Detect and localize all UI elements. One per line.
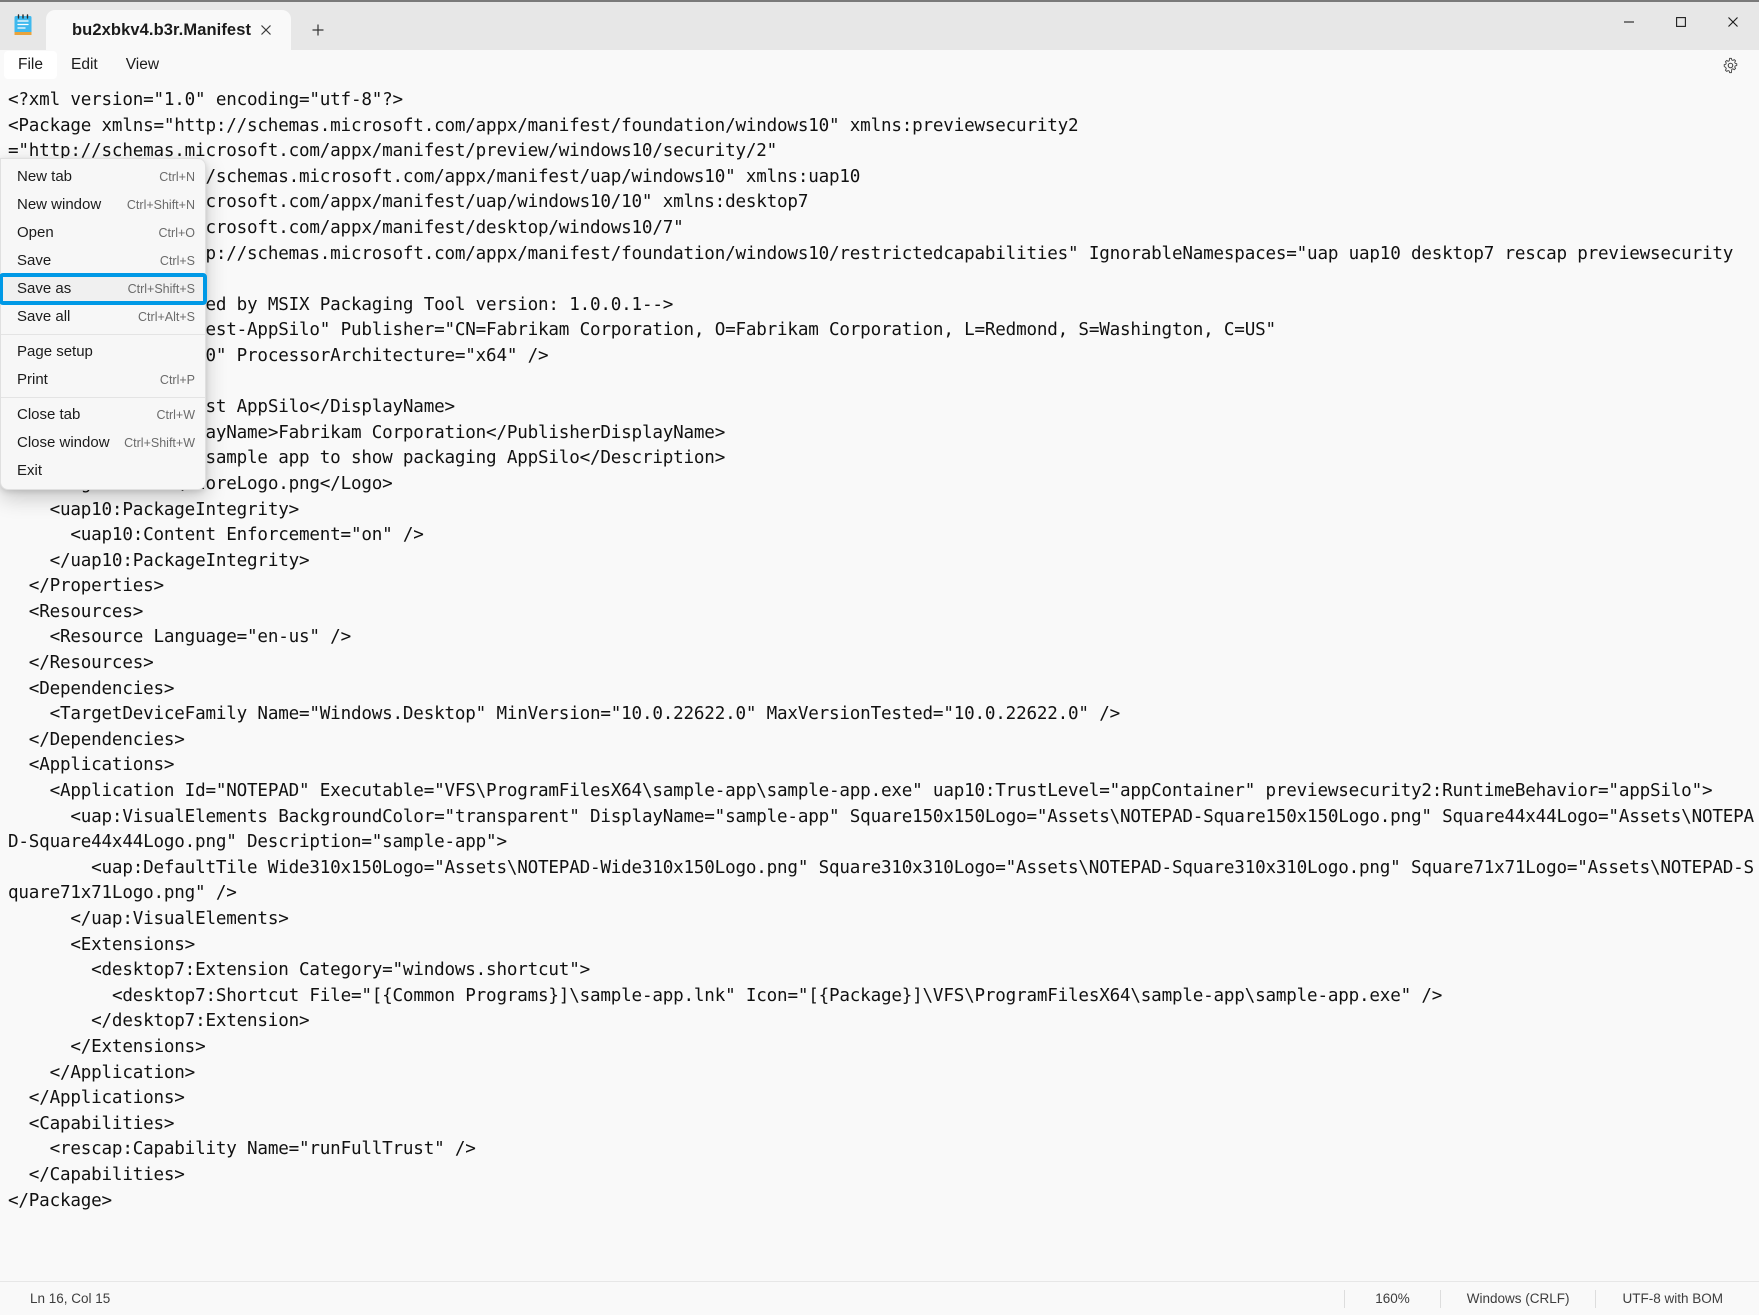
menu-item-shortcut: Ctrl+P bbox=[159, 373, 195, 387]
menu-item-label: Save as bbox=[17, 280, 72, 297]
menu-item-shortcut: Ctrl+Alt+S bbox=[138, 310, 195, 324]
tab-manifest[interactable]: bu2xbkv4.b3r.Manifest bbox=[46, 10, 292, 50]
menu-item-label: Save bbox=[17, 252, 52, 269]
menu-item-open[interactable]: Open Ctrl+O bbox=[1, 219, 205, 247]
menubar-item-view[interactable]: View bbox=[112, 51, 173, 79]
menu-item-label: Exit bbox=[17, 462, 43, 479]
menu-item-shortcut: Ctrl+W bbox=[156, 408, 195, 422]
gear-icon[interactable] bbox=[1715, 52, 1745, 78]
menu-item-shortcut: Ctrl+Shift+N bbox=[126, 198, 195, 212]
menu-separator bbox=[1, 397, 205, 398]
menu-item-close-window[interactable]: Close window Ctrl+Shift+W bbox=[1, 429, 205, 457]
menu-item-print[interactable]: Print Ctrl+P bbox=[1, 366, 205, 394]
menu-item-new-tab[interactable]: New tab Ctrl+N bbox=[1, 163, 205, 191]
zoom-level-status[interactable]: 160% bbox=[1344, 1289, 1440, 1308]
menu-separator bbox=[1, 334, 205, 335]
menu-item-label: Close tab bbox=[17, 406, 81, 423]
window-controls bbox=[1603, 2, 1759, 50]
line-ending-status[interactable]: Windows (CRLF) bbox=[1439, 1289, 1596, 1308]
tab-label: bu2xbkv4.b3r.Manifest bbox=[72, 20, 252, 39]
notepad-window: bu2xbkv4.b3r.Manifest File Edit View <?x… bbox=[0, 0, 1759, 1315]
menu-item-label: New tab bbox=[17, 168, 73, 185]
editor-area[interactable]: <?xml version="1.0" encoding="utf-8"?> <… bbox=[0, 80, 1759, 1281]
menu-item-label: Print bbox=[17, 371, 48, 388]
menu-item-page-setup[interactable]: Page setup bbox=[1, 338, 205, 366]
menu-item-save[interactable]: Save Ctrl+S bbox=[1, 247, 205, 275]
tab-strip: bu2xbkv4.b3r.Manifest bbox=[46, 2, 1603, 50]
notepad-icon bbox=[0, 2, 46, 50]
new-tab-button[interactable] bbox=[297, 10, 339, 50]
menu-item-label: Close window bbox=[17, 434, 110, 451]
encoding-status[interactable]: UTF-8 with BOM bbox=[1595, 1289, 1759, 1308]
minimize-button[interactable] bbox=[1603, 2, 1655, 42]
menubar-item-file[interactable]: File bbox=[4, 51, 57, 79]
menu-item-shortcut: Ctrl+S bbox=[159, 254, 195, 268]
menu-item-save-as[interactable]: Save as Ctrl+Shift+S bbox=[0, 273, 207, 305]
close-tab-icon[interactable] bbox=[251, 15, 281, 45]
menu-bar: File Edit View bbox=[0, 50, 1759, 80]
menu-item-label: Save all bbox=[17, 308, 71, 325]
menu-item-save-all[interactable]: Save all Ctrl+Alt+S bbox=[1, 303, 205, 331]
maximize-button[interactable] bbox=[1655, 2, 1707, 42]
menu-item-shortcut: Ctrl+Shift+W bbox=[124, 436, 195, 450]
menu-item-new-window[interactable]: New window Ctrl+Shift+N bbox=[1, 191, 205, 219]
title-bar: bu2xbkv4.b3r.Manifest bbox=[0, 2, 1759, 50]
menu-item-label: New window bbox=[17, 196, 102, 213]
menu-item-exit[interactable]: Exit bbox=[1, 457, 205, 485]
menu-item-label: Open bbox=[17, 224, 54, 241]
menu-item-close-tab[interactable]: Close tab Ctrl+W bbox=[1, 401, 205, 429]
status-bar: Ln 16, Col 15 160% Windows (CRLF) UTF-8 … bbox=[0, 1281, 1759, 1315]
file-menu-flyout: New tab Ctrl+N New window Ctrl+Shift+N O… bbox=[0, 158, 207, 490]
menu-item-shortcut: Ctrl+N bbox=[159, 170, 195, 184]
close-window-button[interactable] bbox=[1707, 2, 1759, 42]
cursor-position-status[interactable]: Ln 16, Col 15 bbox=[0, 1291, 110, 1306]
menu-item-shortcut: Ctrl+O bbox=[158, 226, 195, 240]
menu-item-shortcut: Ctrl+Shift+S bbox=[127, 282, 195, 296]
status-bar-right: 160% Windows (CRLF) UTF-8 with BOM bbox=[1344, 1282, 1759, 1315]
menubar-item-edit[interactable]: Edit bbox=[57, 51, 112, 79]
menu-item-label: Page setup bbox=[17, 343, 93, 360]
text-editor[interactable]: <?xml version="1.0" encoding="utf-8"?> <… bbox=[0, 80, 1759, 1281]
